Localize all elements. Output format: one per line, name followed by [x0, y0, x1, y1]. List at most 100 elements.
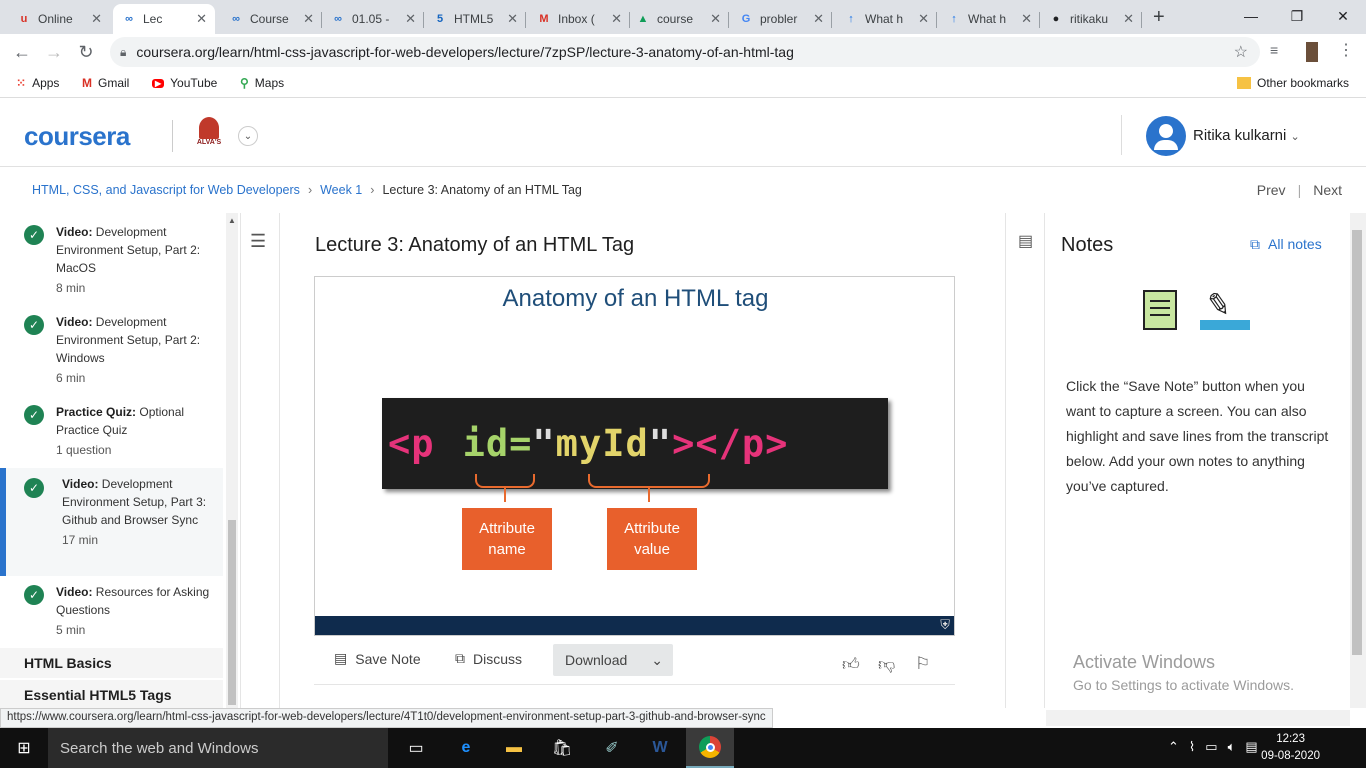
video-player[interactable]: Anatomy of an HTML tag <p id= " myId " >… [314, 276, 955, 636]
store-icon[interactable]: 🛍︎ [538, 728, 586, 768]
menu-icon[interactable]: ⋮ [1338, 40, 1354, 60]
browser-tab[interactable]: ∞ Lec ✕ [113, 4, 215, 34]
browser-tab[interactable]: u Online ✕ [8, 4, 110, 34]
reload-button[interactable]: ↻ [72, 40, 100, 64]
close-icon[interactable]: ✕ [91, 11, 102, 27]
bookmark-other[interactable]: Other bookmarks [1237, 76, 1349, 90]
browser-tab[interactable]: ∞ Course ✕ [220, 4, 322, 34]
prev-button[interactable]: Prev [1257, 182, 1286, 198]
browser-tab[interactable]: 5 HTML5 ✕ [424, 4, 526, 34]
edge-icon[interactable]: e [442, 728, 490, 768]
list-icon[interactable]: ☰ [250, 231, 266, 252]
wifi-icon[interactable]: ⌇ [1189, 739, 1195, 755]
close-icon[interactable]: ✕ [813, 11, 824, 27]
browser-tab[interactable]: ↑ What h ✕ [835, 4, 937, 34]
close-icon[interactable]: ✕ [196, 11, 207, 27]
thumbs-up-icon[interactable]: 👍︎ [842, 654, 860, 675]
sidebar-item[interactable]: ✓ Video: Resources for Asking Questions … [0, 583, 223, 639]
save-note-button[interactable]: ▤ Save Note [334, 650, 421, 667]
sidebar-scroll-thumb[interactable] [228, 520, 236, 705]
breadcrumb-course[interactable]: HTML, CSS, and Javascript for Web Develo… [32, 183, 300, 197]
close-icon[interactable]: ✕ [1021, 11, 1032, 27]
browser-tab[interactable]: M Inbox (✕ [528, 4, 630, 34]
browser-tab[interactable]: ▲ course ✕ [627, 4, 729, 34]
tab-separator [936, 12, 937, 28]
bookmark-youtube[interactable]: ▶ YouTube [152, 76, 217, 90]
close-window-button[interactable]: ✕ [1320, 0, 1366, 32]
close-icon[interactable]: ✕ [611, 11, 622, 27]
taskbar-clock[interactable]: 12:23 09-08-2020 [1261, 731, 1320, 765]
close-icon[interactable]: ✕ [405, 11, 416, 27]
flag-icon[interactable]: ⚐ [915, 654, 930, 674]
activate-windows-watermark: Activate Windows Go to Settings to activ… [1073, 652, 1294, 693]
browser-tab[interactable]: ↑ What h ✕ [938, 4, 1040, 34]
forward-button[interactable]: → [40, 40, 68, 64]
university-dropdown-icon[interactable]: ⌄ [238, 126, 258, 146]
lecture-actions: ▤ Save Note ⧉ Discuss Download ⌄ 👍︎ 👎︎ ⚐ [314, 640, 955, 685]
coursera-logo[interactable]: coursera [24, 121, 130, 152]
close-icon[interactable]: ✕ [1123, 11, 1134, 27]
notes-h-scrollbar[interactable] [1046, 710, 1350, 726]
paint-icon[interactable]: ✐ [588, 728, 636, 768]
url-bar[interactable]: 🔒︎ coursera.org/learn/html-css-javascrip… [110, 37, 1260, 67]
chevron-down-icon: ⌄ [1290, 131, 1300, 143]
attr-name-brace [475, 474, 535, 488]
volume-icon[interactable]: 🔈︎ [1228, 739, 1236, 755]
word-icon[interactable]: W [636, 728, 684, 768]
windows-start-icon[interactable]: ⊞ [0, 728, 48, 768]
section-html-basics[interactable]: HTML Basics [0, 648, 223, 678]
sidebar-item-active[interactable]: ✓ Video: Development Environment Setup, … [0, 468, 223, 576]
browser-tab[interactable]: Gprobler ✕ [730, 4, 832, 34]
user-avatar[interactable] [1146, 116, 1186, 156]
new-tab-button[interactable]: + [1153, 6, 1165, 29]
bookmarks-bar: ⁙ Apps M Gmail ▶ YouTube ⚲ Maps Other bookma… [0, 70, 1366, 98]
close-icon[interactable]: ✕ [918, 11, 929, 27]
page-scroll-thumb[interactable] [1352, 230, 1362, 655]
notes-title: Notes [1061, 234, 1114, 256]
user-menu[interactable]: Ritika kulkarni ⌄ [1193, 127, 1300, 144]
tray-chevron-icon[interactable]: ⌃ [1168, 739, 1179, 755]
browser-tab[interactable]: ● ritikaku ✕ [1040, 4, 1142, 34]
sidebar-item[interactable]: ✓ Video: Development Environment Setup, … [0, 313, 223, 387]
note-icon: ▤ [334, 650, 348, 666]
all-notes-link[interactable]: ⧉ All notes [1250, 236, 1322, 253]
browser-tab[interactable]: ∞ 01.05 - ✕ [322, 4, 424, 34]
notes-panel-icon[interactable]: ▤ [1018, 231, 1033, 251]
download-dropdown[interactable]: Download ⌄ [553, 644, 673, 676]
reading-list-icon[interactable]: ≡ [1270, 42, 1278, 58]
close-icon[interactable]: ✕ [303, 11, 314, 27]
section-essential-html5[interactable]: Essential HTML5 Tags [0, 680, 223, 708]
maximize-button[interactable]: ❐ [1274, 0, 1320, 32]
minimize-button[interactable]: — [1228, 0, 1274, 32]
thumbs-down-icon[interactable]: 👎︎ [878, 654, 895, 675]
star-icon[interactable]: ☆ [1234, 42, 1248, 62]
file-explorer-icon[interactable]: ▬ [490, 728, 538, 768]
next-button[interactable]: Next [1313, 182, 1342, 198]
sidebar-item[interactable]: ✓ Video: Development Environment Setup, … [0, 223, 223, 297]
task-view-icon[interactable]: ▭ [392, 728, 440, 768]
tab-favicon-icon: ↑ [848, 13, 854, 25]
scroll-up-icon[interactable]: ▲ [228, 216, 236, 225]
university-logo[interactable]: ALVA'S [194, 117, 224, 153]
close-icon[interactable]: ✕ [710, 11, 721, 27]
address-bar-row: ← → ↻ 🔒︎ coursera.org/learn/html-css-jav… [0, 34, 1366, 70]
sidebar-item[interactable]: ✓ Practice Quiz: Optional Practice Quiz … [0, 403, 223, 459]
bookmark-gmail[interactable]: M Gmail [82, 76, 129, 90]
youtube-icon: ▶ [152, 78, 165, 88]
breadcrumb-current: Lecture 3: Anatomy of an HTML Tag [382, 183, 582, 197]
breadcrumb: HTML, CSS, and Javascript for Web Develo… [32, 183, 582, 197]
battery-icon[interactable]: ▭ [1205, 739, 1217, 755]
breadcrumb-week[interactable]: Week 1 [320, 183, 362, 197]
close-icon[interactable]: ✕ [507, 11, 518, 27]
bookmark-maps[interactable]: ⚲ Maps [240, 76, 284, 90]
taskbar-search[interactable]: Search the web and Windows [48, 728, 388, 768]
tab-favicon-icon: G [741, 13, 751, 25]
back-button[interactable]: ← [8, 40, 36, 64]
profile-avatar[interactable] [1306, 42, 1318, 62]
notification-icon[interactable]: ▤ [1245, 739, 1257, 755]
discuss-button[interactable]: ⧉ Discuss [455, 650, 522, 667]
bookmark-apps[interactable]: ⁙ Apps [16, 76, 59, 90]
chrome-icon[interactable] [686, 728, 734, 768]
tab-favicon-icon: u [20, 13, 28, 25]
attr-value-brace [588, 474, 710, 488]
